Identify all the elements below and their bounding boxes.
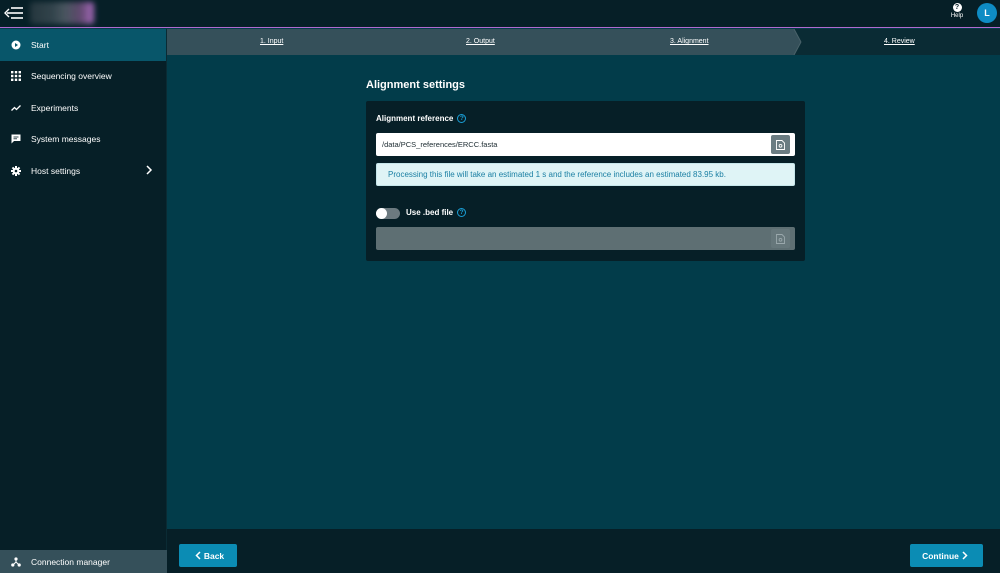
alignment-reference-input[interactable]: /data/PCS_references/ERCC.fasta bbox=[376, 133, 795, 156]
file-icon bbox=[776, 233, 785, 244]
step-review[interactable]: 4. Review bbox=[884, 38, 915, 45]
alignment-settings-card: Alignment reference ? /data/PCS_referenc… bbox=[366, 101, 805, 261]
browse-file-button[interactable] bbox=[771, 135, 790, 154]
info-icon[interactable]: ? bbox=[457, 114, 467, 123]
connection-manager-label: Connection manager bbox=[31, 556, 110, 567]
help-button[interactable]: ? Help bbox=[946, 3, 968, 25]
sidebar-item-start[interactable]: Start bbox=[0, 29, 166, 61]
top-bar: ? Help L bbox=[0, 0, 1000, 28]
use-bed-file-label-text: Use .bed file bbox=[406, 208, 454, 217]
processing-info-message: Processing this file will take an estima… bbox=[376, 163, 795, 186]
footer-bar: Back Continue bbox=[167, 529, 1000, 573]
trend-line-icon bbox=[11, 103, 21, 113]
back-button[interactable]: Back bbox=[179, 544, 237, 567]
step-output[interactable]: 2. Output bbox=[466, 38, 495, 45]
sidebar-item-host-settings[interactable]: Host settings bbox=[0, 155, 166, 187]
menu-collapse-icon[interactable] bbox=[4, 5, 24, 21]
sidebar-item-label: Host settings bbox=[31, 165, 81, 176]
gear-icon bbox=[11, 165, 21, 176]
play-circle-icon bbox=[11, 40, 21, 50]
step-input[interactable]: 1. Input bbox=[260, 38, 283, 45]
use-bed-file-label: Use .bed file ? bbox=[406, 208, 467, 217]
file-icon bbox=[776, 139, 785, 150]
app-logo bbox=[30, 2, 94, 24]
alignment-reference-label-text: Alignment reference bbox=[376, 114, 454, 123]
sidebar-item-label: System messages bbox=[31, 134, 101, 145]
alignment-reference-label: Alignment reference ? bbox=[376, 114, 467, 123]
chevron-right-icon bbox=[145, 165, 153, 175]
bed-file-input bbox=[376, 227, 795, 250]
user-avatar[interactable]: L bbox=[977, 3, 997, 23]
use-bed-file-toggle[interactable] bbox=[376, 208, 400, 219]
sidebar-item-experiments[interactable]: Experiments bbox=[0, 92, 166, 124]
help-label: Help bbox=[950, 13, 964, 19]
stepper-background bbox=[167, 29, 1000, 55]
workflow-stepper: 1. Input 2. Output 3. Alignment 4. Revie… bbox=[167, 29, 1000, 55]
help-icon: ? bbox=[952, 3, 962, 12]
page-title: Alignment settings bbox=[366, 79, 466, 91]
back-button-label: Back bbox=[203, 550, 225, 561]
continue-button-label: Continue bbox=[922, 550, 959, 561]
connection-manager-button[interactable]: Connection manager bbox=[0, 550, 167, 573]
chevron-left-icon bbox=[195, 551, 201, 560]
network-icon bbox=[11, 556, 21, 567]
bed-browse-file-button bbox=[771, 229, 790, 248]
grid-icon bbox=[11, 71, 21, 82]
sidebar-item-system-messages[interactable]: System messages bbox=[0, 124, 166, 156]
info-icon[interactable]: ? bbox=[457, 208, 467, 217]
toggle-knob bbox=[376, 208, 387, 219]
sidebar: Start Sequencing overview Experiments Sy… bbox=[0, 29, 167, 573]
sidebar-item-label: Sequencing overview bbox=[31, 71, 112, 82]
sidebar-item-label: Experiments bbox=[31, 102, 79, 113]
continue-button[interactable]: Continue bbox=[910, 544, 983, 567]
message-icon bbox=[11, 134, 21, 144]
chevron-right-icon bbox=[962, 551, 968, 560]
sidebar-item-label: Start bbox=[31, 39, 49, 50]
step-alignment[interactable]: 3. Alignment bbox=[670, 38, 709, 45]
sidebar-item-sequencing-overview[interactable]: Sequencing overview bbox=[0, 61, 166, 93]
